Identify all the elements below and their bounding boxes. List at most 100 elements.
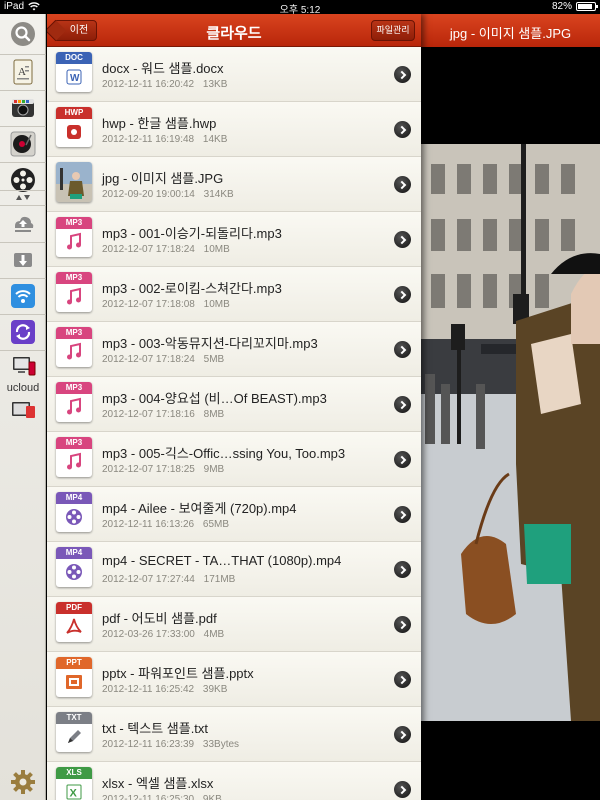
- wifi-share-icon: [11, 284, 35, 308]
- file-icon: MP3: [56, 217, 92, 257]
- file-manager-button[interactable]: 파일관리: [371, 20, 415, 41]
- sort-toggle[interactable]: [7, 191, 39, 203]
- file-size: 10MB: [203, 244, 230, 255]
- file-name: mp4 - Ailee - 보여줄게 (720p).mp4: [102, 501, 297, 516]
- document-viewer-button[interactable]: A: [7, 56, 39, 88]
- file-row[interactable]: XLS X xlsx - 엑셀 샘플.xlsx 2012-12-11 16:25…: [47, 762, 421, 800]
- file-type-badge: PDF: [56, 602, 92, 614]
- detail-disclosure-button[interactable]: [394, 781, 411, 798]
- page-title: 클라우드: [206, 25, 262, 42]
- mp3-file-icon: [67, 397, 81, 415]
- file-type-badge: TXT: [56, 712, 92, 724]
- xls-file-icon: X: [66, 784, 82, 800]
- sidebar: A ucloud: [0, 14, 46, 800]
- file-row[interactable]: MP3 mp3 - 002-로이킴-스쳐간다.mp3 2012-12-07 17…: [47, 267, 421, 322]
- file-type-badge: HWP: [56, 107, 92, 119]
- upload-button[interactable]: [7, 208, 39, 240]
- file-size: 39KB: [202, 684, 228, 695]
- file-row[interactable]: MP3 mp3 - 003-악동뮤지션-다리꼬지마.mp3 2012-12-07…: [47, 322, 421, 377]
- ucloud-button[interactable]: [7, 394, 39, 426]
- file-name: hwp - 한글 샘플.hwp: [102, 116, 217, 131]
- file-name: mp3 - 003-악동뮤지션-다리꼬지마.mp3: [102, 336, 318, 351]
- detail-disclosure-button[interactable]: [394, 451, 411, 468]
- file-row[interactable]: MP4 mp4 - Ailee - 보여줄게 (720p).mp4 2012-1…: [47, 487, 421, 542]
- file-row[interactable]: PDF pdf - 어도비 샘플.pdf 2012-03-26 17:33:00…: [47, 597, 421, 652]
- detail-disclosure-button[interactable]: [394, 561, 411, 578]
- detail-disclosure-button[interactable]: [394, 616, 411, 633]
- file-size: 33Bytes: [202, 739, 240, 750]
- file-row[interactable]: HWP hwp - 한글 샘플.hwp 2012-12-11 16:19:48 …: [47, 102, 421, 157]
- download-icon: [14, 253, 32, 267]
- file-name: mp3 - 002-로이킴-스쳐간다.mp3: [102, 281, 282, 296]
- file-icon: DOC W: [56, 52, 92, 92]
- photo-button[interactable]: [7, 92, 39, 124]
- file-name: jpg - 이미지 샘플.JPG: [102, 171, 224, 186]
- file-type-badge: MP4: [56, 547, 92, 559]
- detail-disclosure-button[interactable]: [394, 121, 411, 138]
- sync-button[interactable]: [7, 316, 39, 348]
- preview-image[interactable]: [421, 144, 600, 721]
- preview-header: jpg - 이미지 샘플.JPG: [421, 14, 600, 47]
- file-meta: 2012-12-11 16:23:39 33Bytes: [102, 739, 239, 750]
- settings-button[interactable]: [7, 766, 39, 798]
- file-size: 8MB: [203, 409, 225, 420]
- detail-disclosure-button[interactable]: [394, 671, 411, 688]
- music-button[interactable]: [7, 128, 39, 160]
- file-row[interactable]: DOC W docx - 워드 샘플.docx 2012-12-11 16:20…: [47, 47, 421, 102]
- detail-disclosure-button[interactable]: [394, 176, 411, 193]
- file-type-badge: MP3: [56, 272, 92, 284]
- file-size: 13KB: [202, 79, 228, 90]
- detail-disclosure-button[interactable]: [394, 506, 411, 523]
- file-name: docx - 워드 샘플.docx: [102, 61, 224, 76]
- search-button[interactable]: [7, 18, 39, 50]
- file-name: pdf - 어도비 샘플.pdf: [102, 611, 217, 626]
- detail-disclosure-button[interactable]: [394, 396, 411, 413]
- mp4-file-icon: [66, 564, 82, 580]
- navigation-bar: 이전 클라우드 파일관리: [47, 14, 421, 47]
- detail-disclosure-button[interactable]: [394, 726, 411, 743]
- file-icon: MP3: [56, 272, 92, 312]
- detail-disclosure-button[interactable]: [394, 286, 411, 303]
- file-row[interactable]: PPT pptx - 파워포인트 샘플.pptx 2012-12-11 16:2…: [47, 652, 421, 707]
- file-meta: 2012-12-07 17:18:08 10MB: [102, 299, 230, 310]
- file-row[interactable]: MP4 mp4 - SECRET - TA…THAT (1080p).mp4 2…: [47, 542, 421, 597]
- file-name: mp4 - SECRET - TA…THAT (1080p).mp4: [102, 553, 342, 568]
- file-name: mp3 - 004-양요섭 (비…Of BEAST).mp3: [102, 391, 327, 406]
- file-meta: 2012-12-07 17:18:16 8MB: [102, 409, 224, 420]
- sync-icon: [11, 320, 35, 344]
- file-meta: 2012-12-11 16:19:48 14KB: [102, 134, 227, 145]
- wifi-share-button[interactable]: [7, 280, 39, 312]
- detail-disclosure-button[interactable]: [394, 341, 411, 358]
- file-row[interactable]: jpg - 이미지 샘플.JPG 2012-09-20 19:00:14 314…: [47, 157, 421, 212]
- file-icon: XLS X: [56, 767, 92, 800]
- mp3-file-icon: [67, 287, 81, 305]
- file-size: 14KB: [202, 134, 228, 145]
- file-type-badge: MP3: [56, 437, 92, 449]
- file-date: 2012-12-07 17:18:08: [102, 299, 195, 310]
- file-date: 2012-12-07 17:18:16: [102, 409, 195, 420]
- file-row[interactable]: MP3 mp3 - 005-긱스-Offic…ssing You, Too.mp…: [47, 432, 421, 487]
- file-meta: 2012-03-26 17:33:00 4MB: [102, 629, 224, 640]
- file-row[interactable]: MP3 mp3 - 004-양요섭 (비…Of BEAST).mp3 2012-…: [47, 377, 421, 432]
- detail-disclosure-button[interactable]: [394, 231, 411, 248]
- street-photo: [421, 144, 600, 721]
- file-type-badge: MP3: [56, 327, 92, 339]
- preview-title: jpg - 이미지 샘플.JPG: [449, 26, 572, 41]
- file-row[interactable]: MP3 mp3 - 001-이승기-되돌리다.mp3 2012-12-07 17…: [47, 212, 421, 267]
- upload-icon: [15, 216, 34, 232]
- file-date: 2012-12-07 17:18:25: [102, 464, 195, 475]
- pc-connect-button[interactable]: [7, 351, 39, 383]
- file-icon: PPT: [56, 657, 92, 697]
- file-meta: 2012-09-20 19:00:14 314KB: [102, 189, 234, 200]
- pdf-file-icon: [66, 618, 82, 634]
- file-date: 2012-12-07 17:27:44: [102, 574, 195, 585]
- detail-disclosure-button[interactable]: [394, 66, 411, 83]
- file-row[interactable]: TXT txt - 텍스트 샘플.txt 2012-12-11 16:23:39…: [47, 707, 421, 762]
- file-date: 2012-12-11 16:20:42: [102, 79, 195, 90]
- mp3-file-icon: [67, 342, 81, 360]
- file-list: DOC W docx - 워드 샘플.docx 2012-12-11 16:20…: [47, 47, 421, 800]
- ppt-file-icon: [66, 675, 82, 689]
- image-thumbnail-icon: [56, 162, 92, 202]
- download-button[interactable]: [7, 244, 39, 276]
- file-type-badge: DOC: [56, 52, 92, 64]
